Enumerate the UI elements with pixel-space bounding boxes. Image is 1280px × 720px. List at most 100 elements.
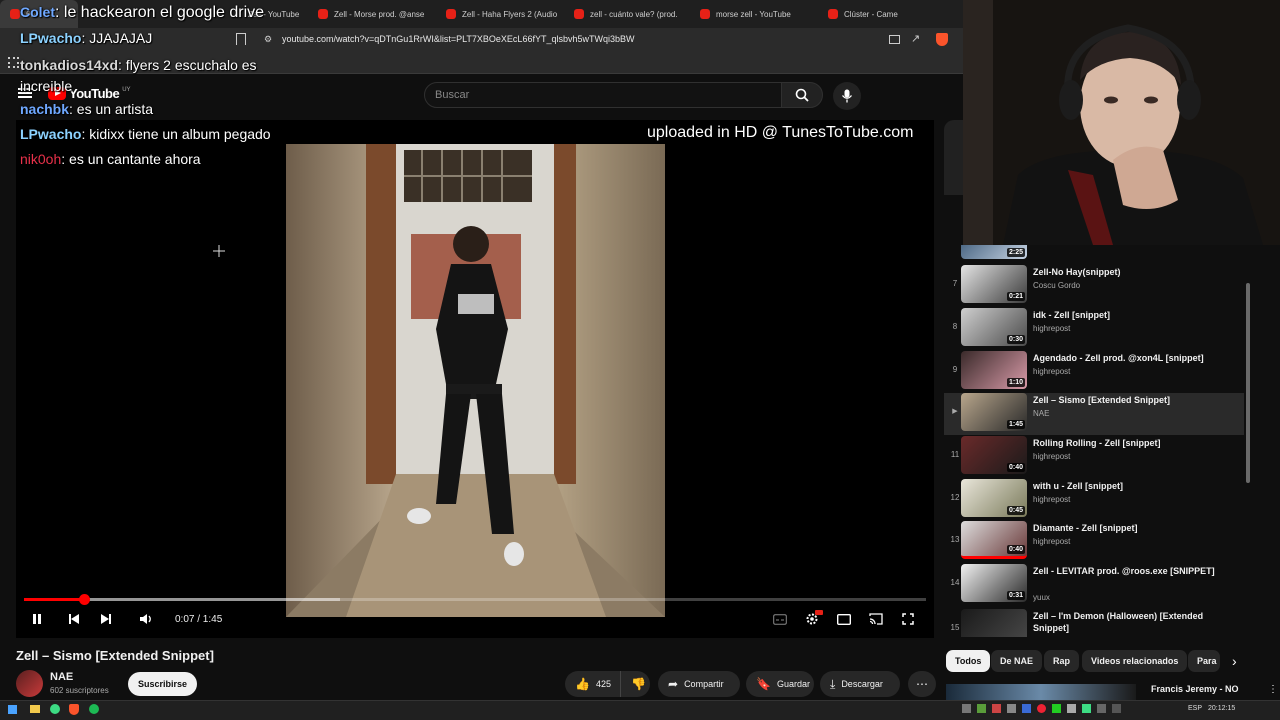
share-icon[interactable]: ↗ <box>911 32 920 45</box>
avatar[interactable] <box>16 670 43 697</box>
next-button[interactable] <box>95 608 117 630</box>
more-vertical-icon[interactable]: ⋮ <box>1268 684 1278 695</box>
browser-tab[interactable]: Zell - Morse prod. @anse <box>308 0 436 28</box>
playlist-item[interactable]: 7 0:21 Zell-No Hay(snippet) Coscu Gordo <box>944 265 1244 307</box>
settings-button[interactable] <box>801 608 823 630</box>
tray-icon[interactable] <box>1112 704 1121 713</box>
playlist-scrollbar[interactable] <box>1246 283 1250 483</box>
playlist-item[interactable]: 9 1:10 Agendado - Zell prod. @xon4L [sni… <box>944 351 1244 393</box>
chip-related[interactable]: Videos relacionados <box>1082 650 1188 672</box>
subscribe-button[interactable]: Suscribirse <box>128 672 197 696</box>
thumbs-up-icon: 👍 <box>575 677 590 691</box>
browser-tab[interactable]: Clúster - Came <box>818 0 898 28</box>
chat-message: nachbk: es un artista <box>20 101 153 117</box>
tray-icon[interactable] <box>962 704 971 713</box>
share-button[interactable]: ➦ Compartir <box>658 671 740 697</box>
browser-tab[interactable]: zell - cuánto vale? (prod. <box>564 0 690 28</box>
playlist-item[interactable]: 13 0:40 Diamante - Zell [snippet] highre… <box>944 521 1244 563</box>
windows-start-icon[interactable] <box>8 705 17 714</box>
tray-icon[interactable] <box>1082 704 1091 713</box>
tray-icon[interactable] <box>1097 704 1106 713</box>
browser-tab[interactable]: Zell - Haha Flyers 2 (Audio <box>436 0 564 28</box>
chat-message: nik0oh: es un cantante ahora <box>20 151 201 167</box>
playlist-thumbnail: 2:25 <box>961 245 1027 259</box>
subtitles-button[interactable] <box>769 608 791 630</box>
brave-shield-icon[interactable] <box>936 33 948 46</box>
tray-icon[interactable] <box>1037 704 1046 713</box>
chip-rap[interactable]: Rap <box>1044 650 1080 672</box>
bookmark-star-icon[interactable] <box>236 33 246 45</box>
youtube-favicon-icon <box>10 9 20 19</box>
progress-scrubber[interactable] <box>79 594 90 605</box>
microphone-icon <box>841 89 853 103</box>
playlist-panel: 5 6 2:25 roses 7 0:21 Zell-No Hay(snippe… <box>944 245 1252 637</box>
playlist-item[interactable]: 6 2:25 roses <box>944 245 1244 263</box>
chat-text: : JJAJAJAJ <box>81 30 153 46</box>
like-button[interactable]: 👍 425 <box>565 671 620 697</box>
playlist-item[interactable]: 14 0:31 Zell - LEVITAR prod. @roos.exe [… <box>944 564 1244 606</box>
volume-button[interactable] <box>135 608 157 630</box>
tray-icon[interactable] <box>1007 704 1016 713</box>
cursor-crosshair-icon <box>213 244 225 257</box>
webcam-image <box>963 0 1280 245</box>
volume-icon <box>140 614 151 624</box>
playlist-item-current[interactable]: ▶ 1:45 Zell – Sismo [Extended Snippet] N… <box>944 393 1244 435</box>
dislike-button[interactable]: 👎 <box>620 671 650 697</box>
chevron-right-icon[interactable]: › <box>1232 653 1237 669</box>
more-horizontal-icon: ⋯ <box>916 677 928 691</box>
playlist-thumbnail <box>961 609 1027 637</box>
chip-todos[interactable]: Todos <box>946 650 991 672</box>
fullscreen-button[interactable] <box>897 608 919 630</box>
recommended-title[interactable]: Francis Jeremy - NO <box>1151 684 1239 694</box>
apps-grid-icon[interactable] <box>8 57 19 68</box>
playlist-header <box>944 120 963 195</box>
chat-message: LPwacho: kidixx tiene un album pegado <box>20 126 271 142</box>
playlist-item[interactable]: 11 0:40 Rolling Rolling - Zell [snippet]… <box>944 436 1244 478</box>
search-button[interactable] <box>781 82 823 108</box>
save-button[interactable]: 🔖 Guardar <box>746 671 814 697</box>
playlist-item[interactable]: 8 0:30 idk - Zell [snippet] highrepost <box>944 308 1244 350</box>
language-indicator[interactable]: ESP <box>1188 705 1202 712</box>
brave-taskbar-icon[interactable] <box>69 704 79 715</box>
tray-icon[interactable] <box>1052 704 1061 713</box>
file-explorer-icon[interactable] <box>30 705 40 713</box>
playlist-thumbnail: 1:45 <box>961 393 1027 431</box>
more-actions-button[interactable]: ⋯ <box>908 671 936 697</box>
url-field[interactable]: youtube.com/watch?v=qDTnGu1RrWI&list=PLT… <box>282 34 634 44</box>
taskbar-app-icon[interactable] <box>50 704 60 714</box>
playlist-item[interactable]: 12 0:45 with u - Zell [snippet] highrepo… <box>944 479 1244 521</box>
chat-text: : le hackearon el google drive <box>55 4 265 21</box>
voice-search-button[interactable] <box>833 82 861 110</box>
spotify-taskbar-icon[interactable] <box>89 704 99 714</box>
cast-button[interactable] <box>865 608 887 630</box>
previous-button[interactable] <box>63 608 85 630</box>
browser-tab[interactable]: morse zell - YouTube <box>690 0 818 28</box>
chip-de-nae[interactable]: De NAE <box>991 650 1043 672</box>
site-info-icon[interactable]: ⚙ <box>264 34 272 45</box>
tray-icon[interactable] <box>1067 704 1076 713</box>
screenshot-icon[interactable] <box>889 35 900 44</box>
tray-icon[interactable] <box>977 704 986 713</box>
tray-icon[interactable] <box>992 704 1001 713</box>
chat-text: : es un artista <box>69 101 154 117</box>
tray-icon[interactable] <box>1022 704 1031 713</box>
download-button[interactable]: ⤓ Descargar <box>820 671 900 697</box>
youtube-favicon-icon <box>574 9 584 19</box>
chip-para[interactable]: Para <box>1188 650 1220 672</box>
video-frame-image <box>286 144 665 617</box>
playlist-item[interactable]: 15 Zell – I'm Demon (Halloween) [Extende… <box>944 609 1244 637</box>
chat-username: tonkadios14xd <box>20 57 119 73</box>
chat-text: : kidixx tiene un album pegado <box>81 126 271 142</box>
theater-mode-button[interactable] <box>833 608 855 630</box>
tray-icons[interactable] <box>962 704 1182 714</box>
search-input[interactable]: Buscar <box>424 82 782 108</box>
youtube-favicon-icon <box>446 9 456 19</box>
chat-username: nachbk <box>20 101 70 117</box>
thumbs-down-icon: 👎 <box>631 677 646 691</box>
clock[interactable]: 20:12:15 <box>1208 705 1235 712</box>
pause-button[interactable] <box>26 608 48 630</box>
video-frame <box>286 144 665 617</box>
like-count: 425 <box>595 679 611 689</box>
channel-name[interactable]: NAE <box>50 671 73 683</box>
recommended-thumbnail[interactable] <box>946 684 1136 700</box>
